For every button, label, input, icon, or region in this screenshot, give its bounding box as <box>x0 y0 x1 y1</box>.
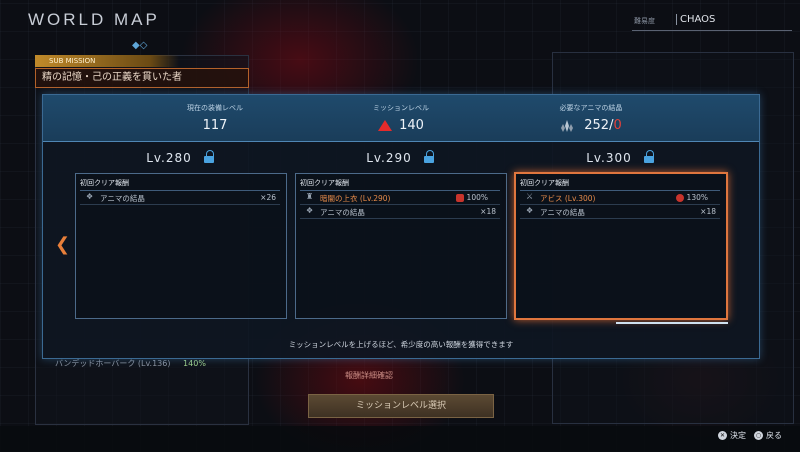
screen-title: WORLD MAP <box>28 10 160 29</box>
mission-level-select-button[interactable]: ミッションレベル選択 <box>308 394 494 418</box>
crystal-icon: ❖ <box>86 192 94 201</box>
level-title-text: Lv.300 <box>586 151 632 165</box>
difficulty-indicator: 難易度 CHAOS <box>632 14 792 31</box>
pct-icon <box>455 193 464 202</box>
reward-item: ⚔ アビス (Lv.300) 130% <box>520 192 720 205</box>
lock-icon <box>643 150 654 163</box>
pct-icon <box>675 193 684 202</box>
mission-level-value: 140 <box>399 118 424 133</box>
footer-bar <box>0 426 800 452</box>
reward-item: ❖ アニマの結晶 ×26 <box>80 192 280 205</box>
weapon-icon: ⚔ <box>526 192 534 201</box>
reward-name: 暗闇の上衣 (Lv.290) <box>320 194 391 203</box>
level-option-290[interactable]: 初回クリア報酬 ♜ 暗闇の上衣 (Lv.290) 100% ❖ アニマの結晶 ×… <box>295 173 507 319</box>
lock-icon <box>203 150 214 163</box>
crystal-icon: ❖ <box>306 206 314 215</box>
anima-crystal-icon <box>561 119 574 132</box>
back-hint[interactable]: ○ 戻る <box>754 430 782 441</box>
lock-icon <box>423 150 434 163</box>
diamond-icon: ◆◇ <box>132 40 148 51</box>
level-title-text: Lv.280 <box>146 151 192 165</box>
reward-pct-box: 130% <box>675 193 708 202</box>
mission-title[interactable]: 精の記憶・己の正義を貫いた者 <box>35 68 249 88</box>
anima-need-value: 0 <box>613 118 622 133</box>
reward-pct: 100% <box>466 193 488 202</box>
reward-qty: ×18 <box>700 207 716 216</box>
reward-pct: 130% <box>686 193 708 202</box>
mission-item-name: バンデッドホーバーク (Lv.136) <box>55 359 171 368</box>
reward-qty: ×18 <box>480 207 496 216</box>
reward-name: アニマの結晶 <box>540 208 585 217</box>
level-option-280[interactable]: 初回クリア報酬 ❖ アニマの結晶 ×26 <box>75 173 287 319</box>
first-clear-header: 初回クリア報酬 <box>300 178 500 191</box>
crystal-icon: ❖ <box>526 206 534 215</box>
first-clear-header: 初回クリア報酬 <box>80 178 280 191</box>
first-clear-header: 初回クリア報酬 <box>520 178 720 191</box>
level-option-300[interactable]: 初回クリア報酬 ⚔ アビス (Lv.300) 130% ❖ アニマの結晶 ×18 <box>514 172 728 320</box>
equip-level-stat: 現在の装備レベル 117 <box>155 103 275 133</box>
mission-level-modal: 現在の装備レベル 117 ミッションレベル 140 必要なアニマの結晶 252 … <box>42 94 760 359</box>
chevron-left-icon[interactable]: ❮ <box>55 235 70 255</box>
mission-level-label: ミッションレベル <box>373 104 429 112</box>
mission-level-stat: ミッションレベル 140 <box>341 103 461 133</box>
reward-detail-link[interactable]: 報酬詳細確認 <box>345 370 393 381</box>
back-label: 戻る <box>766 431 782 440</box>
modal-hint-text: ミッションレベルを上げるほど、希少度の高い報酬を獲得できます <box>288 340 514 349</box>
armor-icon: ♜ <box>306 192 314 201</box>
danger-triangle-icon <box>378 120 393 131</box>
sub-mission-tag: SUB MISSION <box>35 55 179 67</box>
reward-item: ❖ アニマの結晶 ×18 <box>300 206 500 219</box>
level-title-text: Lv.290 <box>366 151 412 165</box>
difficulty-label: 難易度 <box>634 17 655 25</box>
reward-pct-box: 100% <box>455 193 488 202</box>
equip-level-value: 117 <box>202 118 228 133</box>
reward-qty: ×26 <box>260 193 276 202</box>
scrollbar[interactable] <box>616 322 728 324</box>
reward-item: ❖ アニマの結晶 ×18 <box>520 206 720 219</box>
confirm-label: 決定 <box>730 431 746 440</box>
difficulty-value: CHAOS <box>676 14 715 25</box>
confirm-hint[interactable]: ✕ 決定 <box>718 430 746 441</box>
level-title-300: Lv.300 <box>515 150 725 165</box>
reward-name: アビス (Lv.300) <box>540 194 596 203</box>
mission-list-item[interactable]: バンデッドホーバーク (Lv.136) 140% <box>55 358 206 369</box>
reward-name: アニマの結晶 <box>100 194 145 203</box>
cross-button-icon: ✕ <box>718 431 727 440</box>
equip-level-label: 現在の装備レベル <box>187 104 243 112</box>
mission-item-pct: 140% <box>183 359 206 368</box>
anima-label: 必要なアニマの結晶 <box>559 104 623 112</box>
anima-have-value: 252 <box>584 118 610 133</box>
modal-stats-header: 現在の装備レベル 117 ミッションレベル 140 必要なアニマの結晶 252 … <box>43 95 759 142</box>
level-title-280: Lv.280 <box>75 150 285 165</box>
anima-stat: 必要なアニマの結晶 252 / 0 <box>521 103 661 133</box>
level-title-290: Lv.290 <box>295 150 505 165</box>
reward-name: アニマの結晶 <box>320 208 365 217</box>
circle-button-icon: ○ <box>754 431 763 440</box>
reward-item: ♜ 暗闇の上衣 (Lv.290) 100% <box>300 192 500 205</box>
